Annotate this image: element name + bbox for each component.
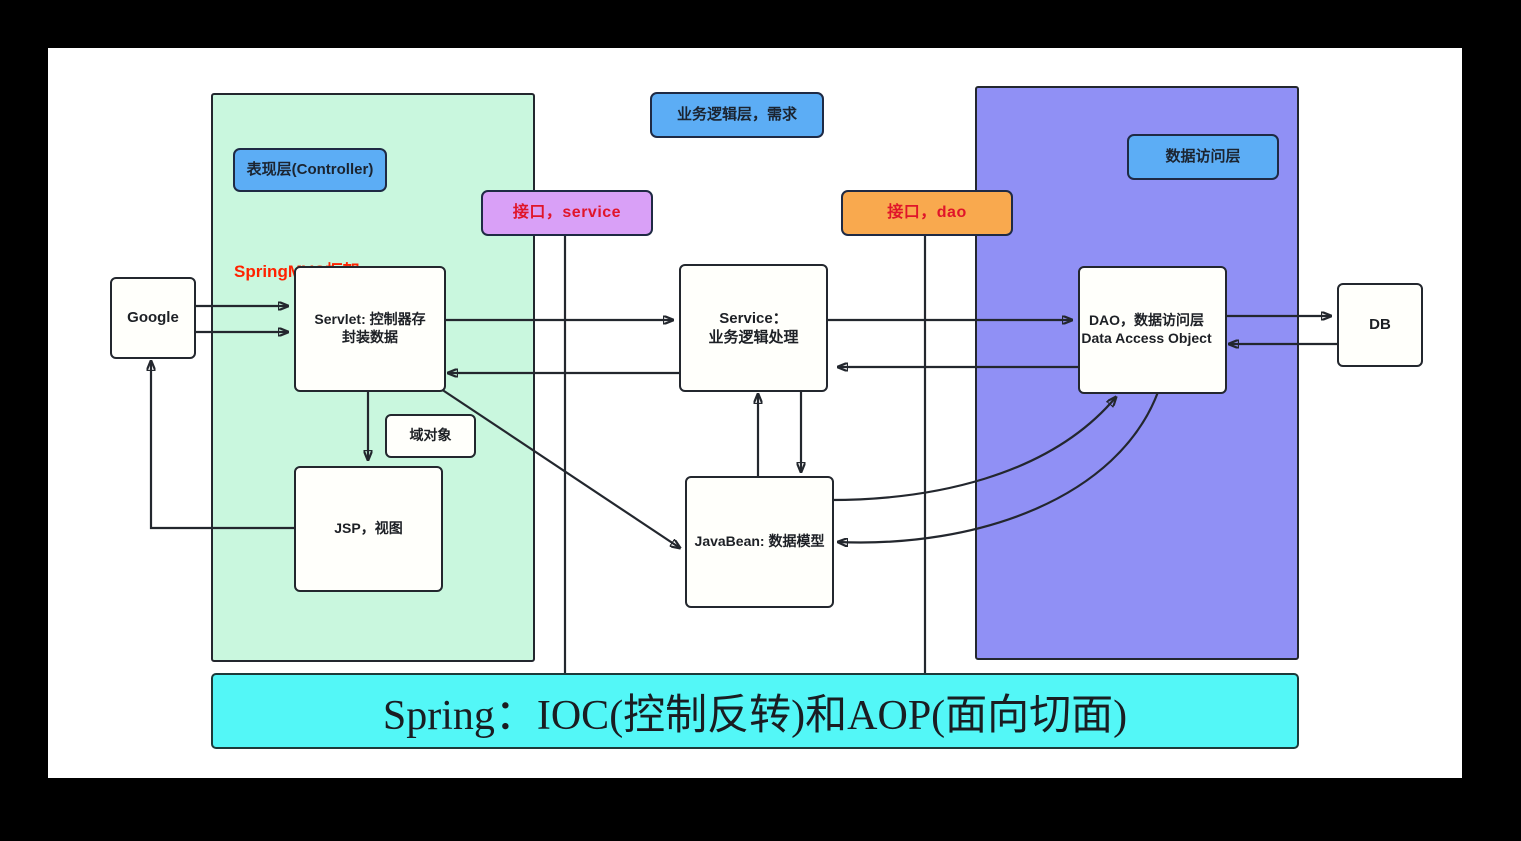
node-jsp-view: JSP，视图 [294,466,443,592]
tag-data-access-layer: 数据访问层 [1127,134,1279,180]
node-dao-line1: DAO，数据访问层 [1088,312,1205,329]
tag-presentation-layer: 表现层(Controller) [233,148,387,192]
tag-data-access-layer-label: 数据访问层 [1165,147,1241,165]
node-google: Google [110,277,196,359]
node-service-line2: 业务逻辑处理 [708,329,799,346]
tag-interface-dao: 接口，dao [841,190,1013,236]
node-service-label: Service： 业务逻辑处理 [708,309,798,347]
node-servlet-line2: 封装数据 [342,329,398,345]
tag-presentation-layer-label: 表现层(Controller) [246,160,374,178]
tag-interface-dao-label: 接口，dao [887,204,967,222]
node-domain-object: 域对象 [385,414,476,458]
node-servlet-line1: Servlet: 控制器存 [314,311,426,328]
tag-interface-service: 接口，service [481,190,653,236]
node-db: DB [1337,283,1423,367]
tag-interface-service-label: 接口，service [512,204,622,222]
node-dao-label: DAO，数据访问层 Data Access Object [1068,312,1225,348]
node-service: Service： 业务逻辑处理 [679,264,828,392]
node-domain-object-label: 域对象 [409,427,452,444]
node-servlet: Servlet: 控制器存 封装数据 [294,266,446,392]
node-servlet-label: Servlet: 控制器存 封装数据 [314,311,425,347]
diagram-canvas: 表现层(Controller) 业务逻辑层，需求 数据访问层 接口，servic… [48,48,1462,778]
node-jsp-view-label: JSP，视图 [334,520,403,537]
tag-business-layer-label: 业务逻辑层，需求 [676,105,797,123]
spring-banner-label: Spring：IOC(控制反转)和AOP(面向切面) [382,692,1128,739]
tag-business-layer: 业务逻辑层，需求 [650,92,824,138]
spring-banner: Spring：IOC(控制反转)和AOP(面向切面) [211,673,1299,749]
node-db-label: DB [1369,316,1391,334]
node-javabean-label: JavaBean: 数据模型 [694,533,825,550]
node-dao: DAO，数据访问层 Data Access Object [1078,266,1227,394]
node-dao-line2: Data Access Object [1081,330,1212,346]
node-javabean: JavaBean: 数据模型 [685,476,834,608]
node-service-line1: Service： [719,309,788,327]
node-google-label: Google [127,309,179,327]
